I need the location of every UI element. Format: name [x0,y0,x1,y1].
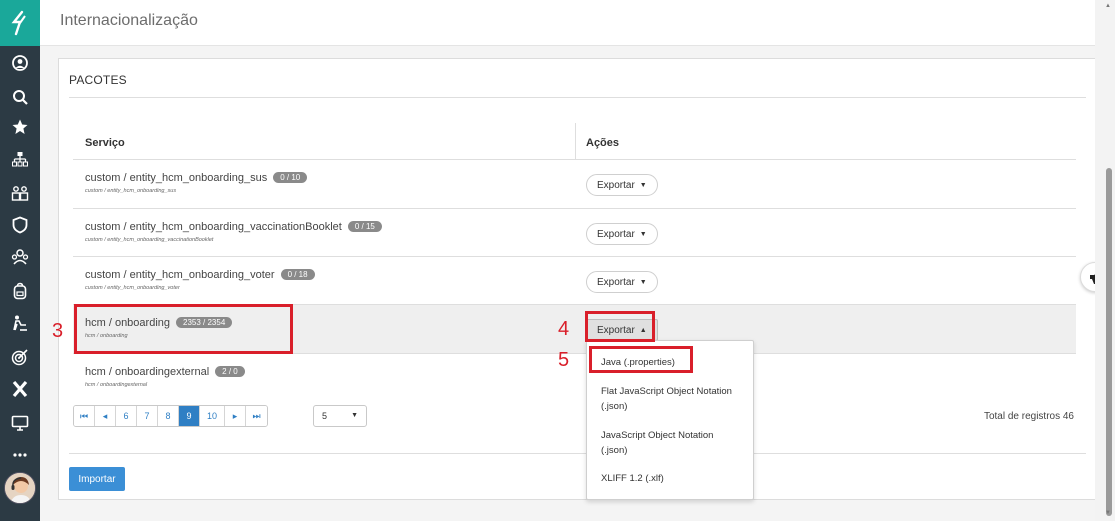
target-icon[interactable] [0,346,40,368]
export-label: Exportar [597,276,635,288]
service-name: custom / entity_hcm_onboarding_voter 0 / … [85,269,315,281]
header: Internacionalização [40,0,1095,46]
menu-item-flat-json[interactable]: Flat JavaScript Object Notation [601,384,732,399]
search-icon[interactable] [0,86,40,108]
current-page-button[interactable]: 9 [179,406,200,426]
annotation-box-5 [589,346,693,373]
divider [69,97,1086,98]
monitor-icon[interactable] [0,412,40,434]
column-header-actions: Ações [586,137,620,149]
x-icon[interactable] [0,378,40,400]
divider [69,453,1086,454]
scrollbar-thumb[interactable] [1106,168,1112,516]
table-row: hcm / onboardingexternal 2 / 0 hcm / onbo… [73,354,1076,402]
translation-count-badge: 0 / 10 [273,172,308,183]
next-page-button[interactable]: ▸ [225,406,246,426]
column-header-service: Serviço [85,137,125,149]
service-label: custom / entity_hcm_onboarding_vaccinati… [85,221,342,233]
people-icon[interactable] [0,182,40,204]
prev-page-button[interactable]: ◂ [95,406,116,426]
caret-down-icon: ▼ [639,278,647,286]
translation-count-badge: 0 / 15 [347,221,382,232]
menu-item-json[interactable]: JavaScript Object Notation [601,428,713,443]
page-button[interactable]: 7 [137,406,158,426]
service-label: custom / entity_hcm_onboarding_sus [85,172,268,184]
service-subtitle: custom / entity_hcm_onboarding_voter [85,285,180,291]
export-button[interactable]: Exportar ▼ [586,271,658,293]
annotation-number-5: 5 [558,349,570,371]
page-button[interactable]: 8 [158,406,179,426]
export-label: Exportar [597,228,635,240]
service-name: custom / entity_hcm_onboarding_vaccinati… [85,221,382,233]
annotation-box-3 [74,304,293,354]
page-title: Internacionalização [60,12,198,29]
service-subtitle: custom / entity_hcm_onboarding_vaccinati… [85,237,214,243]
hierarchy-icon[interactable] [0,148,40,170]
packages-panel: PACOTES Serviço Ações custom / entity_hc… [58,58,1097,500]
table-row: custom / entity_hcm_onboarding_voter 0 / … [73,257,1076,305]
scrollbar[interactable] [1095,0,1115,521]
annotation-number-3: 3 [52,320,64,342]
page-button[interactable]: 10 [200,406,225,426]
group-icon[interactable] [0,246,40,268]
scroll-down-icon[interactable]: ▼ [1105,510,1111,516]
sidebar [0,0,40,521]
menu-item-xliff[interactable]: XLIFF 1.2 (.xlf) [601,471,664,486]
person-board-icon[interactable] [0,312,40,334]
service-label: custom / entity_hcm_onboarding_voter [85,269,275,281]
table-row: custom / entity_hcm_onboarding_vaccinati… [73,209,1076,257]
service-name: custom / entity_hcm_onboarding_sus 0 / 10 [85,172,308,184]
backpack-icon[interactable] [0,280,40,302]
first-page-button[interactable]: ⏮ [74,406,95,426]
avatar[interactable] [4,472,36,504]
scroll-up-icon[interactable]: ▲ [1105,3,1111,9]
total-records: Total de registros 46 [983,411,1074,422]
service-name: hcm / onboardingexternal 2 / 0 [85,366,245,378]
translation-count-badge: 0 / 18 [280,269,315,280]
last-page-button[interactable]: ⏭ [246,406,267,426]
export-label: Exportar [597,179,635,191]
user-icon[interactable] [0,52,40,74]
export-button[interactable]: Exportar ▼ [586,223,658,245]
page-button[interactable]: 6 [116,406,137,426]
menu-item-flat-json-ext[interactable]: (.json) [601,399,627,414]
caret-down-icon: ▼ [639,181,647,189]
annotation-number-4: 4 [558,318,570,340]
service-label: hcm / onboardingexternal [85,366,210,378]
service-subtitle: hcm / onboardingexternal [85,382,148,388]
import-button[interactable]: Importar [69,467,125,491]
table-row: custom / entity_hcm_onboarding_sus 0 / 10… [73,160,1076,208]
menu-item-json-ext[interactable]: (.json) [601,443,627,458]
export-button[interactable]: Exportar ▼ [586,174,658,196]
pagination: ⏮ ◂ 6 7 8 9 10 ▸ ⏭ [73,405,268,427]
annotation-box-4 [585,311,655,342]
main-content: PACOTES Serviço Ações custom / entity_hc… [40,46,1097,521]
more-icon[interactable] [0,444,40,466]
panel-title: PACOTES [69,73,127,87]
service-subtitle: custom / entity_hcm_onboarding_sus [85,188,177,194]
shield-icon[interactable] [0,214,40,236]
page-size-select[interactable]: 5 ▼ [313,405,367,427]
caret-down-icon: ▼ [639,230,647,238]
logo-icon[interactable] [0,0,40,46]
translation-count-badge: 2 / 0 [215,366,245,377]
column-divider [575,123,576,159]
star-icon[interactable] [0,116,40,138]
page-size-value: 5 [322,411,328,421]
caret-down-icon: ▼ [351,412,358,419]
